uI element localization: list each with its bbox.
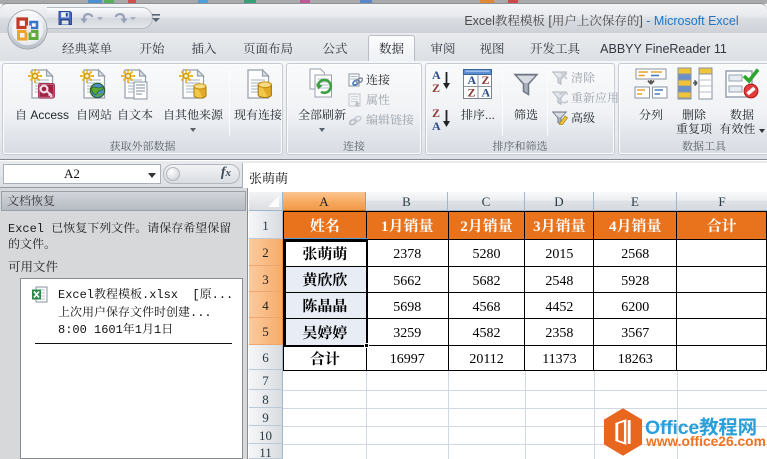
- svg-text:Z: Z: [432, 81, 440, 94]
- svg-text:Z: Z: [468, 86, 476, 100]
- svg-text:A: A: [432, 119, 441, 132]
- svg-text:A: A: [432, 68, 441, 82]
- svg-text:A: A: [482, 86, 491, 100]
- svg-text:Z: Z: [432, 106, 440, 120]
